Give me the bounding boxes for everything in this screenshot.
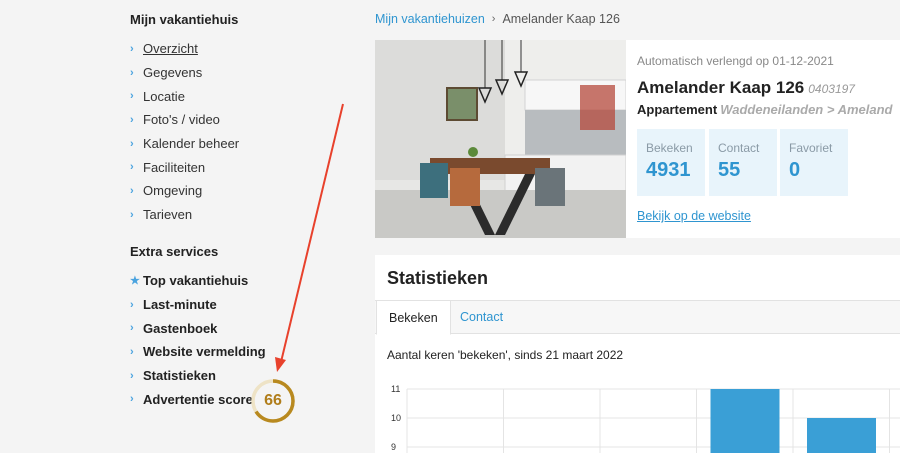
sidebar-item-locatie[interactable]: › Locatie [130, 84, 239, 108]
views-bar-chart: 11 10 9 [391, 384, 900, 453]
listing-subtitle: Appartement Waddeneilanden > Ameland [637, 102, 892, 117]
sidebar-item-omgeving[interactable]: › Omgeving [130, 179, 239, 203]
stat-contact-value: 55 [718, 159, 741, 181]
stat-bekeken-value: 4931 [646, 159, 691, 181]
stat-favoriet: Favoriet 0 [780, 129, 848, 196]
chevron-right-icon: › [130, 42, 134, 55]
breadcrumb-current: Amelander Kaap 126 [502, 12, 620, 26]
chevron-right-icon: › [130, 208, 134, 221]
stat-contact: Contact 55 [709, 129, 777, 196]
chevron-right-icon: › [130, 298, 134, 311]
sidebar-item-tarieven[interactable]: › Tarieven [130, 203, 239, 227]
star-icon: ★ [130, 275, 140, 288]
view-on-website-link[interactable]: Bekijk op de website [637, 209, 751, 223]
sidebar-item-top-vakantiehuis[interactable]: ★ Top vakantiehuis [130, 269, 266, 293]
tab-contact[interactable]: Contact [448, 300, 515, 334]
breadcrumb-link-vakantiehuizen[interactable]: Mijn vakantiehuizen [375, 12, 485, 26]
chart-bar[interactable] [710, 389, 780, 453]
y-tick-label: 11 [391, 384, 400, 394]
chevron-right-icon: › [130, 345, 134, 358]
tab-bekeken[interactable]: Bekeken [376, 300, 451, 335]
extra-services-menu: ★ Top vakantiehuis › Last-minute › Gastenbo… [130, 269, 266, 411]
advertentie-score-gauge: 66 [249, 377, 297, 425]
extra-services-heading: Extra services [130, 244, 219, 259]
listing-code: 0403197 [808, 82, 855, 96]
chevron-right-icon: › [130, 90, 134, 103]
sidebar-item-gegevens[interactable]: › Gegevens [130, 61, 239, 85]
y-tick-label: 10 [391, 413, 401, 423]
chevron-right-icon: › [130, 184, 134, 197]
statistics-title: Statistieken [387, 268, 489, 288]
sidebar-menu: › Overzicht › Gegevens › Locatie › Foto's / … [130, 37, 239, 227]
y-tick-label: 9 [391, 442, 396, 452]
sidebar-item-gastenboek[interactable]: › Gastenboek [130, 316, 266, 340]
chevron-right-icon: › [130, 66, 134, 79]
breadcrumb-separator-icon: › [491, 13, 496, 25]
listing-photo[interactable] [375, 40, 626, 238]
renewal-text: Automatisch verlengd op 01-12-2021 [637, 54, 834, 68]
stat-favoriet-label: Favoriet [789, 141, 833, 155]
listing-type: Appartement [637, 102, 718, 117]
chart-bar[interactable] [807, 418, 876, 453]
chevron-right-icon: › [130, 322, 134, 335]
chevron-right-icon: › [130, 369, 134, 382]
stat-contact-label: Contact [718, 141, 760, 155]
statistics-tabs: Bekeken Contact [375, 300, 900, 335]
chevron-right-icon: › [130, 137, 134, 150]
statistics-panel: Statistieken Bekeken Contact Aantal kere… [375, 255, 900, 453]
chart-caption: Aantal keren 'bekeken', sinds 21 maart 2… [387, 348, 624, 362]
sidebar-item-kalender-beheer[interactable]: › Kalender beheer [130, 132, 239, 156]
listing-title-text: Amelander Kaap 126 [637, 78, 805, 97]
sidebar-item-statistieken[interactable]: › Statistieken [130, 364, 266, 388]
sidebar-item-last-minute[interactable]: › Last-minute [130, 293, 266, 317]
listing-title: Amelander Kaap 126 0403197 [637, 78, 855, 98]
sidebar: Mijn vakantiehuis › Overzicht › Gegevens ›… [0, 0, 360, 453]
sidebar-item-overzicht[interactable]: › Overzicht [130, 37, 239, 61]
stat-bekeken: Bekeken 4931 [637, 129, 705, 196]
stat-favoriet-value: 0 [789, 159, 801, 181]
score-value: 66 [264, 392, 282, 409]
stat-bekeken-label: Bekeken [646, 141, 693, 155]
sidebar-heading: Mijn vakantiehuis [130, 12, 239, 27]
listing-card: Automatisch verlengd op 01-12-2021 Amela… [375, 40, 900, 238]
sidebar-item-faciliteiten[interactable]: › Faciliteiten [130, 155, 239, 179]
sidebar-item-fotos-video[interactable]: › Foto's / video [130, 108, 239, 132]
breadcrumb: Mijn vakantiehuizen › Amelander Kaap 126 [375, 12, 620, 26]
listing-location: Waddeneilanden > Ameland [720, 102, 893, 117]
chevron-right-icon: › [130, 161, 134, 174]
chevron-right-icon: › [130, 393, 134, 406]
sidebar-item-website-vermelding[interactable]: › Website vermelding [130, 340, 266, 364]
listing-info: Automatisch verlengd op 01-12-2021 Amela… [637, 40, 900, 238]
chart-y-ticks: 11 10 9 [391, 384, 401, 452]
chevron-right-icon: › [130, 113, 134, 126]
sidebar-item-advertentie-score[interactable]: › Advertentie score [130, 387, 266, 411]
